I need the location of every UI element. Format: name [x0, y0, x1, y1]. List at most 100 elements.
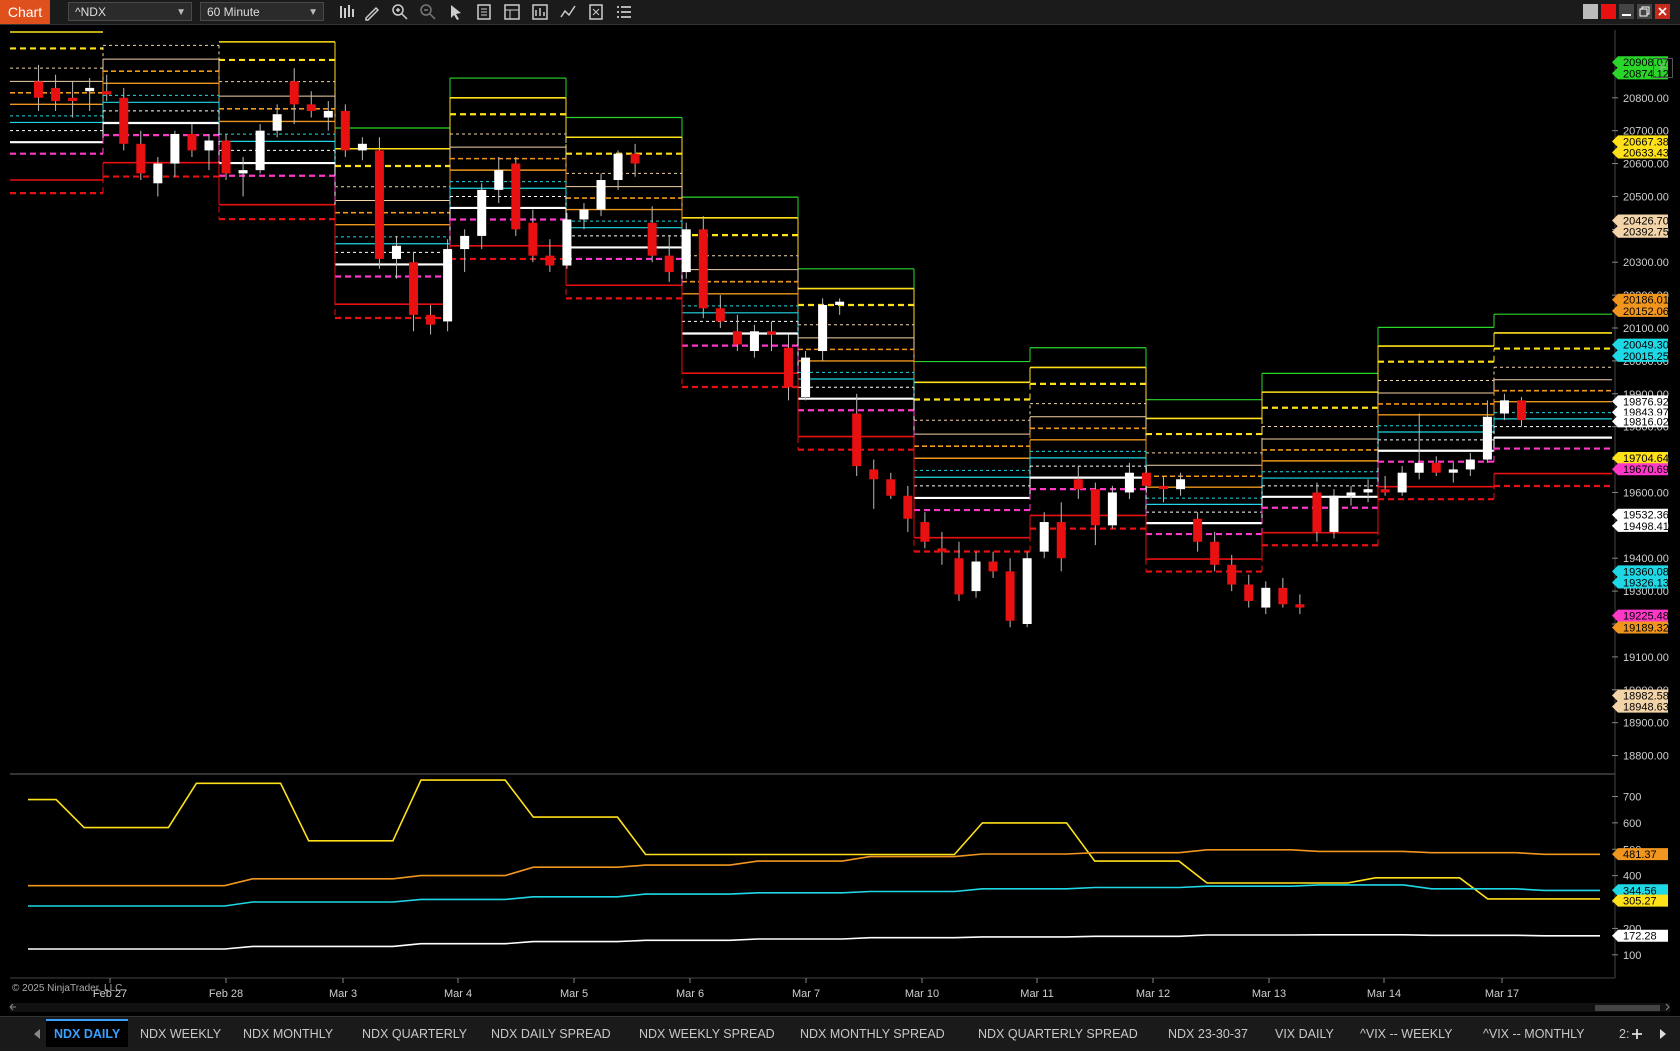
indicator-tick-label: 600	[1623, 818, 1641, 830]
indicators-icon[interactable]	[558, 2, 578, 22]
price-chart[interactable]: 20800.0020700.0020600.0020500.0020400.00…	[0, 25, 1680, 1015]
price-tag-label: 20152.06	[1623, 306, 1669, 318]
time-tick-label: Mar 10	[905, 988, 939, 1000]
candle-body	[1193, 518, 1203, 542]
candle-body	[204, 140, 214, 151]
tab-ndx-daily-spread[interactable]: NDX DAILY SPREAD	[491, 1021, 611, 1047]
tab-vix-monthly[interactable]: ^VIX -- MONTHLY	[1483, 1021, 1584, 1047]
candle-body	[443, 249, 453, 322]
zoom-out-icon[interactable]	[418, 2, 438, 22]
tab-scroll-left-icon[interactable]	[32, 1028, 42, 1040]
tab-ndx-monthly[interactable]: NDX MONTHLY	[243, 1021, 333, 1047]
data-box-icon[interactable]	[474, 2, 494, 22]
candle-body	[630, 153, 640, 164]
tab-ndx-weekly-spread[interactable]: NDX WEEKLY SPREAD	[639, 1021, 775, 1047]
price-tag: 20186.01	[1612, 293, 1669, 307]
horizontal-scrollbar[interactable]	[10, 1003, 1670, 1012]
candle-body	[1159, 485, 1169, 490]
candle-body	[102, 91, 112, 95]
candle-body	[1380, 489, 1390, 493]
candle-body	[937, 548, 947, 552]
tab-2[interactable]: 2:	[1619, 1021, 1629, 1047]
minimize-icon[interactable]	[1619, 4, 1634, 19]
indicator-tick-label: 400	[1623, 871, 1641, 883]
time-tick-label: Mar 4	[444, 988, 472, 1000]
tab-ndx-quarterly[interactable]: NDX QUARTERLY	[362, 1021, 467, 1047]
add-tab-icon[interactable]	[1630, 1027, 1644, 1041]
price-tag-label: 19498.41	[1623, 521, 1669, 533]
time-tick-label: Feb 28	[209, 988, 243, 1000]
bar-type-icon[interactable]	[337, 2, 357, 22]
price-tag: 19225.48	[1612, 609, 1669, 623]
templates-icon[interactable]	[530, 2, 550, 22]
candle-body	[119, 97, 129, 144]
candle-body	[34, 81, 44, 98]
chart-panel[interactable]: 20800.0020700.0020600.0020500.0020400.00…	[0, 25, 1680, 1015]
price-tag: 20049.30	[1612, 338, 1669, 352]
scrollbar-thumb[interactable]	[1595, 1005, 1660, 1011]
time-tick-label: Mar 3	[329, 988, 357, 1000]
candle-body	[613, 153, 623, 180]
candle-body	[732, 331, 742, 345]
drawing-tool-icon[interactable]	[362, 2, 382, 22]
candle-body	[221, 140, 231, 174]
candle-body	[187, 133, 197, 151]
link-color-icon[interactable]	[1601, 4, 1616, 19]
tab-ndx-daily[interactable]: NDX DAILY	[46, 1019, 129, 1047]
candle-body	[869, 469, 879, 480]
candle-body	[1176, 479, 1186, 490]
candle-body	[1516, 400, 1526, 421]
tab-vix-weekly[interactable]: ^VIX -- WEEKLY	[1360, 1021, 1452, 1047]
price-tick-label: 19600.00	[1623, 487, 1669, 499]
indicator-tag-label: 481.37	[1623, 849, 1657, 861]
candle-body	[1482, 416, 1492, 460]
candle-body	[818, 304, 828, 352]
indicator-tag-label: 172.28	[1623, 931, 1657, 943]
candle-body	[85, 87, 95, 92]
zoom-in-icon[interactable]	[390, 2, 410, 22]
candle-body	[289, 81, 299, 105]
tab-ndx-monthly-spread[interactable]: NDX MONTHLY SPREAD	[800, 1021, 945, 1047]
panel-f-button[interactable]: F	[1653, 58, 1673, 78]
price-tag-label: 20392.75	[1623, 227, 1669, 239]
candle-body	[391, 245, 401, 259]
candle-body	[1107, 492, 1117, 526]
candle-body	[238, 170, 248, 174]
price-tag: 20667.38	[1612, 135, 1669, 148]
price-tag: 19704.64	[1612, 452, 1669, 465]
indicator-tag: 305.27	[1612, 894, 1668, 908]
candle-body	[579, 209, 589, 220]
pointer-icon[interactable]	[446, 2, 466, 22]
candle-body	[1431, 462, 1441, 473]
chart-menu-button[interactable]: Chart	[0, 0, 50, 24]
price-tag: 18982.58	[1612, 689, 1669, 703]
candle-body	[136, 143, 146, 174]
candle-body	[664, 255, 674, 273]
indicator-tag-label: 305.27	[1623, 896, 1657, 908]
restore-icon[interactable]	[1637, 4, 1652, 19]
tab-ndx-quarterly-spread[interactable]: NDX QUARTERLY SPREAD	[978, 1021, 1138, 1047]
price-tag-label: 19189.32	[1623, 623, 1669, 635]
candle-body	[460, 235, 470, 250]
list-icon[interactable]	[614, 2, 634, 22]
instrument-selector[interactable]: ^NDX ▼	[68, 2, 192, 21]
tab-ndx-23-30-37[interactable]: NDX 23-30-37	[1168, 1021, 1248, 1047]
strategies-icon[interactable]	[586, 2, 606, 22]
candle-body	[1363, 489, 1373, 493]
tab-vix-daily[interactable]: VIX DAILY	[1275, 1021, 1334, 1047]
candle-body	[784, 347, 794, 388]
candle-body	[1073, 479, 1083, 490]
candle-body	[920, 522, 930, 542]
candle-body	[374, 150, 384, 259]
candle-body	[903, 495, 913, 519]
candle-body	[1465, 459, 1475, 470]
tab-scroll-right-icon[interactable]	[1658, 1028, 1668, 1040]
candle-body	[409, 262, 419, 315]
price-tag-label: 19326.13	[1623, 578, 1669, 590]
properties-icon[interactable]	[502, 2, 522, 22]
tab-ndx-weekly[interactable]: NDX WEEKLY	[140, 1021, 221, 1047]
close-icon[interactable]	[1655, 4, 1670, 19]
price-tag: 20633.43	[1612, 146, 1669, 160]
interval-selector[interactable]: 60 Minute ▼	[200, 2, 324, 21]
tab-color-icon[interactable]	[1583, 4, 1598, 19]
